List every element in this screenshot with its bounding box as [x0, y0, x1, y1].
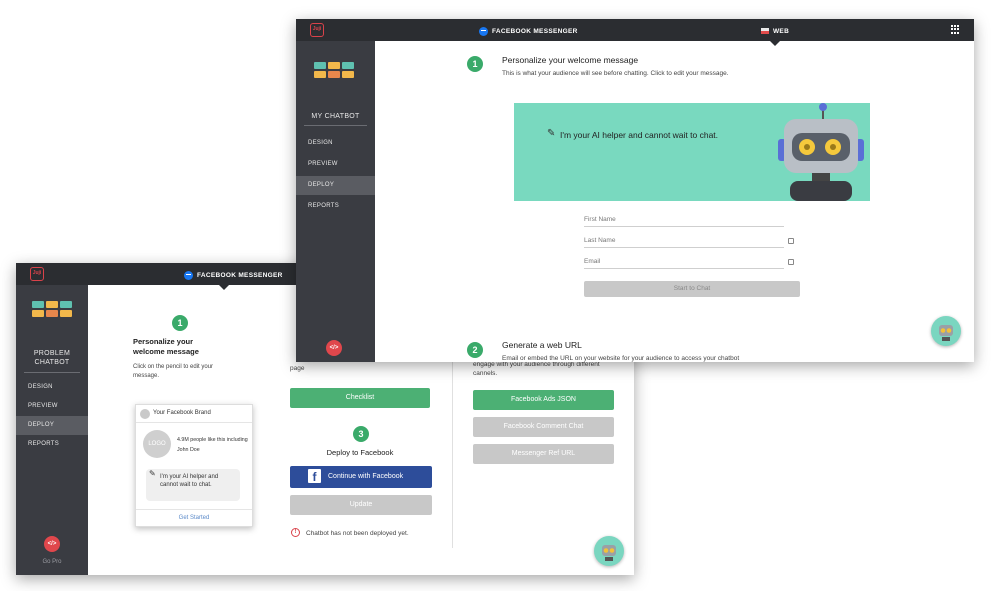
facebook-preview-card: Your Facebook Brand LOGO 4.9M people lik… [135, 404, 253, 527]
sidebar-item-label: DESIGN [308, 140, 333, 146]
pencil-icon[interactable]: ✎ [547, 128, 555, 139]
continue-with-facebook-label: Continue with Facebook [328, 473, 404, 480]
web-flag-icon [761, 28, 769, 34]
brand-avatar [140, 409, 150, 419]
sidebar-item-deploy[interactable]: DEPLOY [296, 176, 375, 195]
robot-icon [939, 325, 953, 341]
brand-likes: 4.9M people like this including John Doe [177, 437, 248, 453]
sidebar-item-label: DESIGN [28, 384, 53, 390]
tab-facebook-messenger-label: FACEBOOK MESSENGER [197, 271, 283, 279]
facebook-icon: f [308, 469, 321, 484]
tab-facebook-messenger-label: FACEBOOK MESSENGER [492, 27, 578, 35]
messenger-ref-url-button[interactable]: Messenger Ref URL [473, 444, 614, 464]
step-2-description: Email or embed the URL on your website f… [502, 355, 740, 362]
facebook-ads-json-button[interactable]: Facebook Ads JSON [473, 390, 614, 410]
step-2-badge: 2 [467, 342, 483, 358]
sidebar-item-label: REPORTS [308, 203, 339, 209]
brand-logo: LOGO [143, 430, 171, 458]
sidebar-item-preview[interactable]: PREVIEW [296, 155, 375, 174]
tab-web-label: WEB [773, 27, 790, 35]
step-1-badge: 1 [172, 315, 188, 331]
chatbot-avatar-art [314, 62, 354, 78]
juji-logo[interactable]: Juji [310, 23, 324, 37]
chatbot-name-line1: PROBLEM [33, 350, 71, 357]
deploy-status-text: Chatbot has not been deployed yet. [306, 530, 409, 537]
sidebar-item-label: PREVIEW [308, 161, 338, 167]
sidebar: MY CHATBOT DESIGN PREVIEW DEPLOY REPORTS… [296, 41, 375, 362]
sidebar-divider [304, 125, 367, 126]
welcome-message-text: I'm your AI helper and cannot wait to ch… [160, 474, 219, 488]
sidebar-item-deploy[interactable]: DEPLOY [16, 416, 88, 435]
start-to-chat-button[interactable]: Start to Chat [584, 281, 800, 297]
chatbot-name-line2: CHATBOT [34, 359, 70, 366]
active-tab-pointer [770, 41, 780, 46]
brand-name: Your Facebook Brand [153, 410, 211, 416]
embed-code-button[interactable]: </> [44, 536, 60, 552]
step-1-title: Personalize your welcome message [502, 55, 639, 65]
welcome-message-bubble[interactable]: ✎ I'm your AI helper and cannot wait to … [146, 469, 240, 501]
chatbot-name: PROBLEM CHATBOT [16, 349, 88, 367]
tab-facebook-messenger[interactable]: FACEBOOK MESSENGER [479, 25, 578, 37]
get-started-link[interactable]: Get Started [136, 515, 252, 521]
step-1-description: This is what your audience will see befo… [502, 70, 729, 77]
warning-icon: ! [291, 528, 300, 537]
top-bar: Juji FACEBOOK MESSENGER WEB [296, 19, 974, 46]
active-tab-pointer [219, 285, 229, 290]
robot-illustration [778, 103, 864, 201]
last-name-required-checkbox[interactable] [788, 238, 794, 244]
continue-with-facebook-button[interactable]: f Continue with Facebook [290, 466, 432, 488]
pencil-icon[interactable]: ✎ [149, 470, 156, 478]
step-1-title: Personalize your welcome message [133, 337, 199, 356]
go-pro-link[interactable]: Go Pro [16, 559, 88, 565]
page-fragment-text: page [290, 365, 305, 372]
embed-code-button[interactable]: </> [326, 340, 342, 356]
facebook-comment-chat-button[interactable]: Facebook Comment Chat [473, 417, 614, 437]
checklist-button[interactable]: Checklist [290, 388, 430, 408]
card-divider [136, 422, 252, 423]
step-2-title: Generate a web URL [502, 340, 582, 350]
last-name-field[interactable]: Last Name [584, 235, 784, 248]
messenger-icon [479, 26, 488, 36]
sidebar-item-label: DEPLOY [28, 422, 55, 428]
chatbot-avatar-art [32, 301, 72, 317]
welcome-banner[interactable]: ✎ I'm your AI helper and cannot wait to … [514, 103, 870, 201]
first-name-field[interactable]: First Name [584, 214, 784, 227]
apps-grid-icon[interactable] [951, 25, 960, 34]
robot-icon [602, 545, 616, 561]
sidebar-item-label: PREVIEW [28, 403, 58, 409]
juji-logo[interactable]: Juji [30, 267, 44, 281]
sidebar-item-label: REPORTS [28, 441, 59, 447]
sidebar-item-design[interactable]: DESIGN [296, 134, 375, 153]
step-1-badge: 1 [467, 56, 483, 72]
update-button[interactable]: Update [290, 495, 432, 515]
welcome-message-text: I'm your AI helper and cannot wait to ch… [560, 130, 719, 140]
messenger-icon [184, 270, 193, 280]
chatbot-name: MY CHATBOT [311, 113, 360, 120]
sidebar-item-preview[interactable]: PREVIEW [16, 397, 88, 416]
email-field[interactable]: Email [584, 256, 784, 269]
tab-web[interactable]: WEB [761, 25, 789, 37]
sidebar-item-reports[interactable]: REPORTS [16, 435, 88, 454]
email-required-checkbox[interactable] [788, 259, 794, 265]
step-3-badge: 3 [353, 426, 369, 442]
chatbot-fab-icon[interactable] [594, 536, 624, 566]
sidebar-item-design[interactable]: DESIGN [16, 378, 88, 397]
sidebar-item-label: DEPLOY [308, 182, 335, 188]
web-url-description: engage with your audience through differ… [473, 361, 600, 377]
card-divider [136, 509, 252, 510]
step-3-title: Deploy to Facebook [326, 448, 394, 457]
column-divider [452, 353, 453, 548]
chatbot-fab-icon[interactable] [931, 316, 961, 346]
chatbot-deploy-window-web: Juji FACEBOOK MESSENGER WEB MY CHATBOT D… [296, 19, 974, 362]
sidebar-divider [24, 372, 80, 373]
sidebar-item-reports[interactable]: REPORTS [296, 197, 375, 216]
sidebar: PROBLEM CHATBOT DESIGN PREVIEW DEPLOY RE… [16, 285, 88, 575]
tab-facebook-messenger[interactable]: FACEBOOK MESSENGER [184, 269, 283, 281]
step-1-description: Click on the pencil to edit your message… [133, 364, 214, 379]
